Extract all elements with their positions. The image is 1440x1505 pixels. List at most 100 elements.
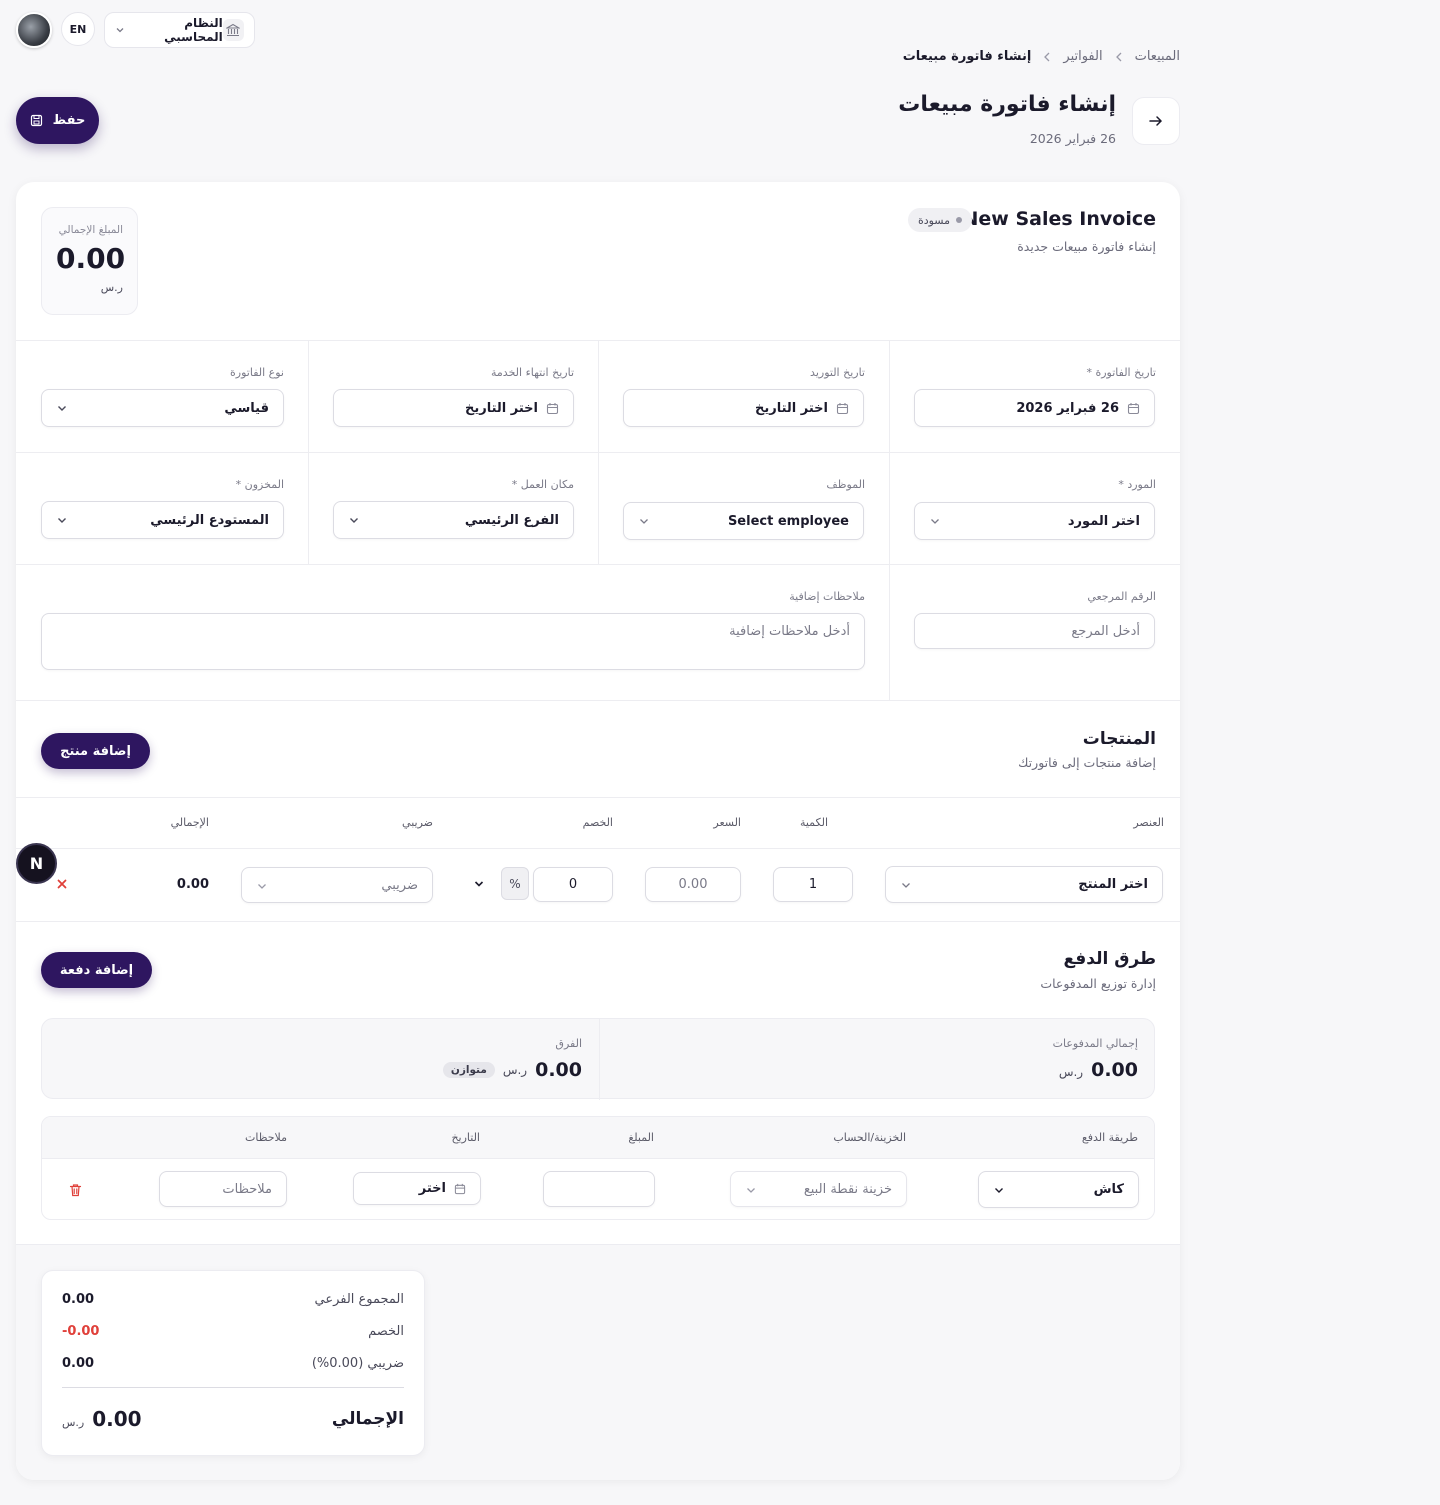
employee-select[interactable]: Select employee <box>623 502 864 540</box>
summary-tax: ضريبي (0.00%) 0.00 <box>62 1356 404 1371</box>
supplier-select[interactable]: اختر المورد <box>914 502 1155 540</box>
language-toggle[interactable]: EN <box>61 12 95 46</box>
product-select-value: اختر المنتج <box>1078 877 1148 892</box>
total-paid: 0.00 ر.س <box>1059 1059 1138 1081</box>
quantity-input[interactable]: 1 <box>773 867 853 902</box>
payment-totals-box: إجمالي المدفوعات 0.00 ر.س الفرق 0.00 ر.س… <box>41 1018 1155 1100</box>
user-avatar[interactable] <box>16 12 52 48</box>
summary-discount: الخصم -0.00 <box>62 1324 404 1339</box>
service-end-date-input[interactable]: اختر التاريخ <box>333 389 574 427</box>
add-product-button[interactable]: إضافة منتج <box>41 733 150 769</box>
floppy-icon <box>30 114 43 127</box>
employee-label: الموظف <box>826 478 865 491</box>
col-account: الخزينة/الحساب <box>833 1131 906 1144</box>
payment-date-input[interactable]: اختر <box>353 1172 481 1205</box>
workplace-select[interactable]: الفرع الرئيسي <box>333 501 574 539</box>
calendar-icon <box>454 1183 466 1195</box>
calendar-icon <box>1127 402 1140 415</box>
price-placeholder: 0.00 <box>678 877 708 892</box>
service-end-date-placeholder: اختر التاريخ <box>464 400 538 416</box>
total-paid-label: إجمالي المدفوعات <box>1052 1037 1138 1050</box>
warehouse-label: المخزون * <box>235 478 284 491</box>
grand-total-value: 0.00 <box>92 1407 142 1431</box>
trash-icon[interactable] <box>69 1183 82 1197</box>
save-label: حفظ <box>52 113 86 128</box>
discount-value: 0 <box>568 877 578 892</box>
supplier-label: المورد * <box>1118 478 1156 491</box>
discount-unit-toggle[interactable]: % <box>501 867 529 900</box>
invoice-type-select[interactable]: قياسي <box>41 389 284 427</box>
discount-type-chevron-icon[interactable] <box>473 878 485 890</box>
system-switcher[interactable]: النظام المحاسبي <box>104 12 255 48</box>
add-payment-button[interactable]: إضافة دفعة <box>41 952 152 988</box>
chevron-down-icon <box>638 515 650 527</box>
col-total: الإجمالي <box>170 816 209 829</box>
col-item: العنصر <box>1133 816 1164 829</box>
payment-method-select[interactable]: كاش <box>978 1171 1139 1208</box>
discount-input[interactable]: 0 <box>533 867 613 902</box>
invoice-type-label: نوع الفاتورة <box>230 366 284 379</box>
total-amount-label: المبلغ الإجمالي <box>58 224 123 236</box>
breadcrumb-sales[interactable]: المبيعات <box>1135 49 1180 64</box>
account-value: خزينة نقطة البيع <box>803 1181 892 1197</box>
breadcrumb: المبيعات الفواتير إنشاء فاتورة مبيعات <box>903 49 1180 64</box>
amount-input[interactable] <box>543 1171 655 1207</box>
reference-label: الرقم المرجعي <box>1087 590 1156 603</box>
warehouse-value: المستودع الرئيسي <box>150 512 269 528</box>
arrow-right-icon <box>1149 116 1163 126</box>
col-tax: ضريبي <box>402 816 433 829</box>
notes-textarea[interactable]: أدخل ملاحظات إضافية <box>41 613 865 670</box>
payments-subtitle: إدارة توزيع المدفوعات <box>1040 976 1156 991</box>
invoice-date-input[interactable]: 26 فبراير 2026 <box>914 389 1155 427</box>
col-notes: ملاحظات <box>245 1131 287 1144</box>
grand-total-currency: ر.س <box>62 1416 85 1429</box>
status-dot <box>956 217 962 223</box>
floating-n-badge[interactable]: N <box>16 843 57 884</box>
chevron-down-icon <box>56 402 68 414</box>
remove-row-icon[interactable] <box>56 878 68 890</box>
tax-select[interactable]: ضريبي <box>241 867 433 903</box>
status-label: مسودة <box>917 213 950 227</box>
reference-input[interactable]: أدخل المرجع <box>914 613 1155 649</box>
payments-table: طريقة الدفع الخزينة/الحساب المبلغ التاري… <box>41 1116 1155 1220</box>
payment-notes-input[interactable]: ملاحظات <box>159 1171 287 1207</box>
supply-date-label: تاريخ التوريد <box>810 366 865 379</box>
total-amount-currency: ر.س <box>100 281 123 294</box>
grand-total: 0.00 ر.س <box>62 1407 142 1431</box>
supply-date-input[interactable]: اختر التاريخ <box>623 389 864 427</box>
page-date: 26 فبراير 2026 <box>1029 131 1116 146</box>
chevron-down-icon <box>929 515 941 527</box>
tax-value: 0.00 <box>62 1356 95 1371</box>
col-qty: الكمية <box>799 816 828 829</box>
summary-subtotal: المجموع الفرعي 0.00 <box>62 1292 404 1307</box>
total-paid-value: 0.00 <box>1091 1059 1138 1081</box>
workplace-value: الفرع الرئيسي <box>464 512 559 528</box>
account-select[interactable]: خزينة نقطة البيع <box>730 1171 907 1207</box>
product-select[interactable]: اختر المنتج <box>885 866 1163 903</box>
warehouse-select[interactable]: المستودع الرئيسي <box>41 501 284 539</box>
notes-label: ملاحظات إضافية <box>789 590 865 603</box>
chevron-down-icon <box>993 1184 1005 1196</box>
chevron-left-icon <box>1043 52 1051 62</box>
price-input[interactable]: 0.00 <box>645 867 741 902</box>
invoice-title: New Sales Invoice <box>962 208 1156 230</box>
col-price: السعر <box>713 816 741 829</box>
col-date: التاريخ <box>451 1131 480 1144</box>
chevron-down-icon <box>56 514 68 526</box>
save-button[interactable]: حفظ <box>16 97 99 144</box>
supply-date-placeholder: اختر التاريخ <box>754 400 828 416</box>
col-amount: المبلغ <box>628 1131 654 1144</box>
subtotal-value: 0.00 <box>62 1292 95 1307</box>
discount-value: -0.00 <box>62 1324 100 1339</box>
total-amount-box: المبلغ الإجمالي 0.00 ر.س <box>41 207 138 315</box>
back-button[interactable] <box>1132 97 1180 145</box>
service-end-date-label: تاريخ انتهاء الخدمة <box>491 366 574 379</box>
page-title: إنشاء فاتورة مبيعات <box>898 92 1116 117</box>
breadcrumb-invoices[interactable]: الفواتير <box>1063 49 1102 64</box>
grand-total-label: الإجمالي <box>331 1409 404 1429</box>
invoice-type-value: قياسي <box>224 400 269 416</box>
total-amount-value: 0.00 <box>56 242 126 275</box>
products-subtitle: إضافة منتجات إلى فاتورتك <box>1018 755 1156 770</box>
chevron-down-icon <box>115 25 125 35</box>
payment-date-value: اختر <box>418 1181 446 1196</box>
